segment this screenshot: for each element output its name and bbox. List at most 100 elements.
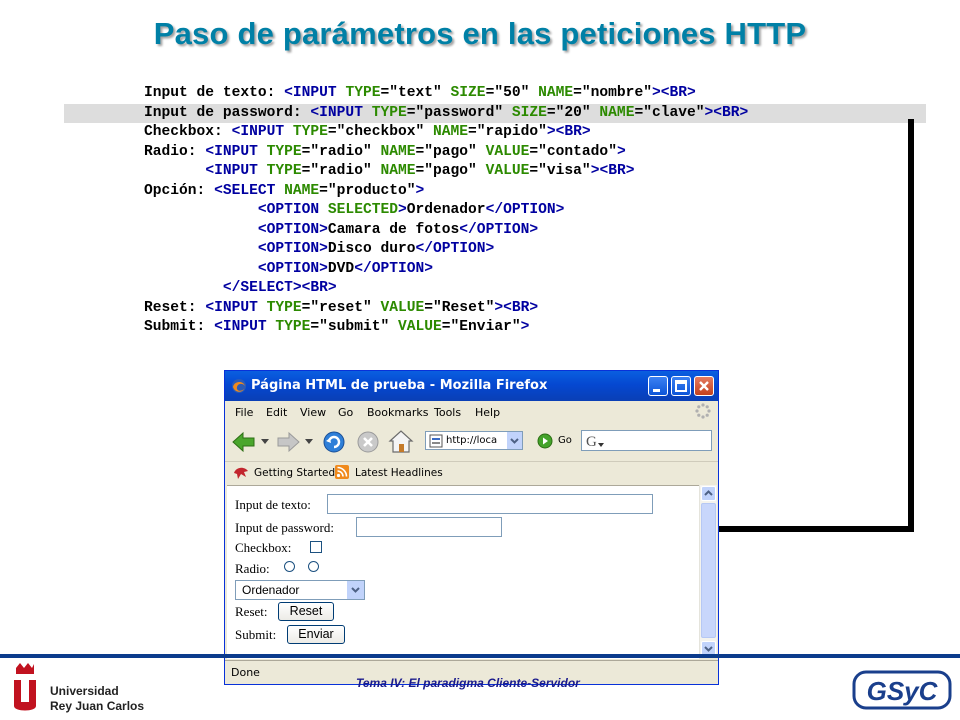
code-token: DVD	[327, 260, 355, 277]
home-icon[interactable]	[387, 428, 415, 454]
code-line-label: Submit:	[144, 319, 215, 335]
stop-icon[interactable]	[355, 429, 381, 455]
url-text: http://localhost	[446, 435, 498, 446]
menu-file[interactable]: File	[235, 406, 253, 419]
reset-label: Reset:	[235, 604, 268, 619]
menu-go[interactable]: Go	[338, 406, 353, 419]
code-token: >	[520, 319, 530, 335]
bookmark-latest-headlines[interactable]: Latest Headlines	[355, 467, 443, 479]
code-token: ><BR>	[651, 85, 696, 101]
code-token: ="text"	[380, 85, 451, 101]
clave-password-input[interactable]	[356, 517, 502, 537]
code-token: <INPUT	[310, 104, 372, 121]
code-token: <INPUT	[205, 163, 267, 179]
code-token: NAME	[433, 124, 469, 140]
code-token: ="visa"	[529, 163, 591, 179]
forward-dropdown-icon[interactable]	[305, 439, 313, 445]
firefox-icon	[232, 379, 246, 393]
select-dropdown-button[interactable]	[346, 581, 364, 599]
code-line: Reset: <INPUT TYPE="reset" VALUE="Reset"…	[64, 299, 926, 319]
go-button-label[interactable]: Go	[558, 435, 572, 446]
producto-select[interactable]: Ordenador	[235, 580, 365, 600]
code-token: TYPE	[266, 163, 302, 179]
code-token: ="Enviar"	[441, 319, 521, 335]
code-token: </OPTION>	[459, 221, 539, 238]
code-token: VALUE	[397, 319, 442, 335]
code-token: ="pago"	[415, 163, 486, 179]
chevron-down-icon	[351, 587, 360, 593]
go-icon[interactable]	[537, 433, 553, 449]
code-token: ="clave"	[634, 104, 705, 121]
url-bar[interactable]: http://localhost	[425, 431, 523, 450]
menu-bar: File Edit View Go Bookmarks Tools Help	[225, 401, 718, 423]
code-token: NAME	[380, 143, 416, 160]
svg-text:G: G	[586, 434, 597, 449]
code-token: <INPUT	[231, 124, 293, 140]
code-line: Input de password: <INPUT TYPE="password…	[64, 103, 926, 123]
close-button[interactable]	[694, 376, 714, 396]
code-token: NAME	[380, 163, 416, 179]
rapido-checkbox[interactable]	[310, 541, 322, 553]
code-line: <OPTION>Camara de fotos</OPTION>	[64, 221, 926, 241]
code-token: <SELECT	[214, 182, 285, 199]
code-line: <INPUT TYPE="radio" NAME="pago" VALUE="v…	[64, 162, 926, 182]
maximize-button[interactable]	[671, 376, 691, 396]
submit-button[interactable]: Enviar	[287, 625, 345, 644]
code-token: SIZE	[511, 104, 547, 121]
menu-edit[interactable]: Edit	[266, 406, 287, 419]
university-name-line-1: Universidad	[50, 684, 119, 698]
forward-arrow-icon[interactable]	[275, 430, 301, 454]
code-token: </OPTION>	[485, 202, 565, 218]
bookmarks-toolbar: Getting Started Latest Headlines	[225, 461, 718, 484]
code-line-label	[144, 202, 258, 218]
menu-help[interactable]: Help	[475, 406, 500, 419]
code-token: ="50"	[485, 85, 539, 101]
scroll-up-button[interactable]	[701, 486, 716, 501]
code-line-label	[144, 163, 205, 179]
menu-view[interactable]: View	[300, 406, 326, 419]
code-line-label	[144, 261, 258, 277]
firefox-window: Página HTML de prueba - Mozilla Firefox …	[224, 370, 719, 685]
submit-label: Submit:	[235, 627, 277, 642]
back-arrow-icon[interactable]	[231, 430, 257, 454]
code-token: VALUE	[380, 299, 425, 316]
code-token: TYPE	[266, 143, 302, 160]
back-dropdown-icon[interactable]	[261, 439, 269, 445]
minimize-button[interactable]	[648, 376, 668, 396]
status-text: Done	[231, 666, 260, 679]
radio-label: Radio:	[235, 561, 270, 576]
code-token: TYPE	[371, 104, 407, 121]
code-token: TYPE	[275, 319, 311, 335]
code-token: <INPUT	[205, 143, 267, 160]
reset-button[interactable]: Reset	[278, 602, 334, 621]
code-token: <OPTION>	[257, 221, 328, 238]
close-icon	[699, 381, 709, 391]
radio-visa[interactable]	[308, 561, 319, 572]
code-token: ="producto"	[319, 182, 416, 199]
code-line-label	[144, 241, 258, 257]
radio-contado[interactable]	[284, 561, 295, 572]
reload-icon[interactable]	[321, 429, 347, 455]
password-input-label: Input de password:	[235, 520, 334, 535]
code-line-label: Radio:	[144, 143, 206, 160]
university-name: Universidad Rey Juan Carlos	[50, 684, 144, 714]
code-token: ><BR>	[590, 163, 635, 179]
url-dropdown-button[interactable]	[506, 432, 522, 449]
scroll-thumb[interactable]	[701, 503, 716, 638]
bookmark-getting-started[interactable]: Getting Started	[254, 467, 335, 479]
search-box[interactable]: G	[581, 430, 712, 451]
arrow-line-vertical	[908, 119, 914, 532]
page-icon	[429, 434, 443, 448]
window-titlebar[interactable]: Página HTML de prueba - Mozilla Firefox	[225, 371, 718, 401]
code-token: </OPTION>	[354, 260, 434, 277]
nombre-text-input[interactable]	[327, 494, 653, 514]
code-token: ="submit"	[310, 319, 398, 335]
menu-tools[interactable]: Tools	[434, 406, 461, 419]
select-value: Ordenador	[242, 583, 300, 597]
vertical-scrollbar[interactable]	[699, 485, 717, 658]
code-token: ><BR>	[494, 299, 539, 316]
menu-bookmarks[interactable]: Bookmarks	[367, 406, 428, 419]
code-token: NAME	[599, 104, 635, 121]
svg-text:GSyC: GSyC	[867, 676, 939, 706]
code-token: >	[397, 202, 407, 218]
